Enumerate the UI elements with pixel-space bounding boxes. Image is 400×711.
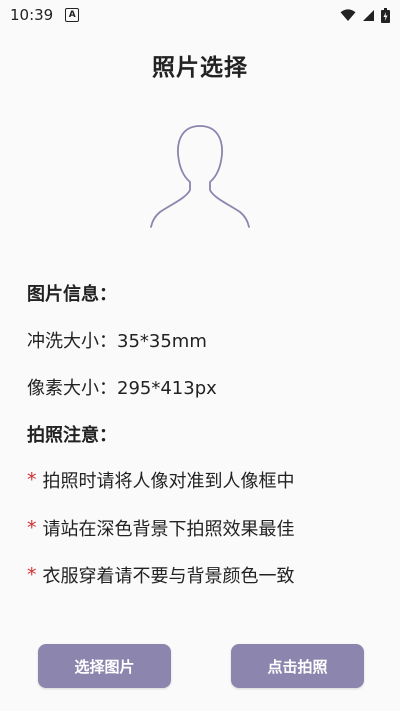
photo-info-heading: 图片信息： bbox=[27, 284, 117, 305]
print-size-row: 冲洗大小：35*35mm bbox=[27, 327, 207, 353]
select-photo-button[interactable]: 选择图片 bbox=[38, 644, 171, 688]
take-photo-button[interactable]: 点击拍照 bbox=[231, 644, 364, 688]
page-title: 照片选择 bbox=[152, 55, 248, 81]
note-item: * 请站在深色背景下拍照效果最佳 bbox=[27, 515, 295, 541]
battery-charging-icon bbox=[381, 7, 390, 23]
required-marker: * bbox=[27, 469, 37, 491]
pixel-size-value: 295*413px bbox=[117, 378, 217, 399]
a-badge-icon: A bbox=[65, 8, 80, 22]
wifi-icon bbox=[340, 8, 356, 21]
note-item: * 拍照时请将人像对准到人像框中 bbox=[27, 467, 295, 493]
notes-heading: 拍照注意： bbox=[27, 425, 117, 446]
signal-icon bbox=[363, 9, 374, 21]
print-size-value: 35*35mm bbox=[117, 331, 207, 352]
print-size-label: 冲洗大小： bbox=[27, 331, 117, 352]
required-marker: * bbox=[27, 564, 37, 586]
status-time: 10:39 bbox=[10, 6, 54, 24]
required-marker: * bbox=[27, 517, 37, 539]
status-bar: 10:39 A bbox=[0, 0, 400, 30]
pixel-size-row: 像素大小：295*413px bbox=[27, 374, 217, 400]
note-text: 请站在深色背景下拍照效果最佳 bbox=[42, 519, 295, 540]
note-text: 衣服穿着请不要与背景颜色一致 bbox=[42, 566, 295, 587]
status-bar-right bbox=[340, 7, 390, 23]
person-silhouette-icon bbox=[150, 125, 250, 228]
note-item: * 衣服穿着请不要与背景颜色一致 bbox=[27, 562, 295, 588]
pixel-size-label: 像素大小： bbox=[27, 378, 117, 399]
note-text: 拍照时请将人像对准到人像框中 bbox=[42, 471, 295, 492]
status-bar-left: 10:39 A bbox=[10, 6, 80, 24]
